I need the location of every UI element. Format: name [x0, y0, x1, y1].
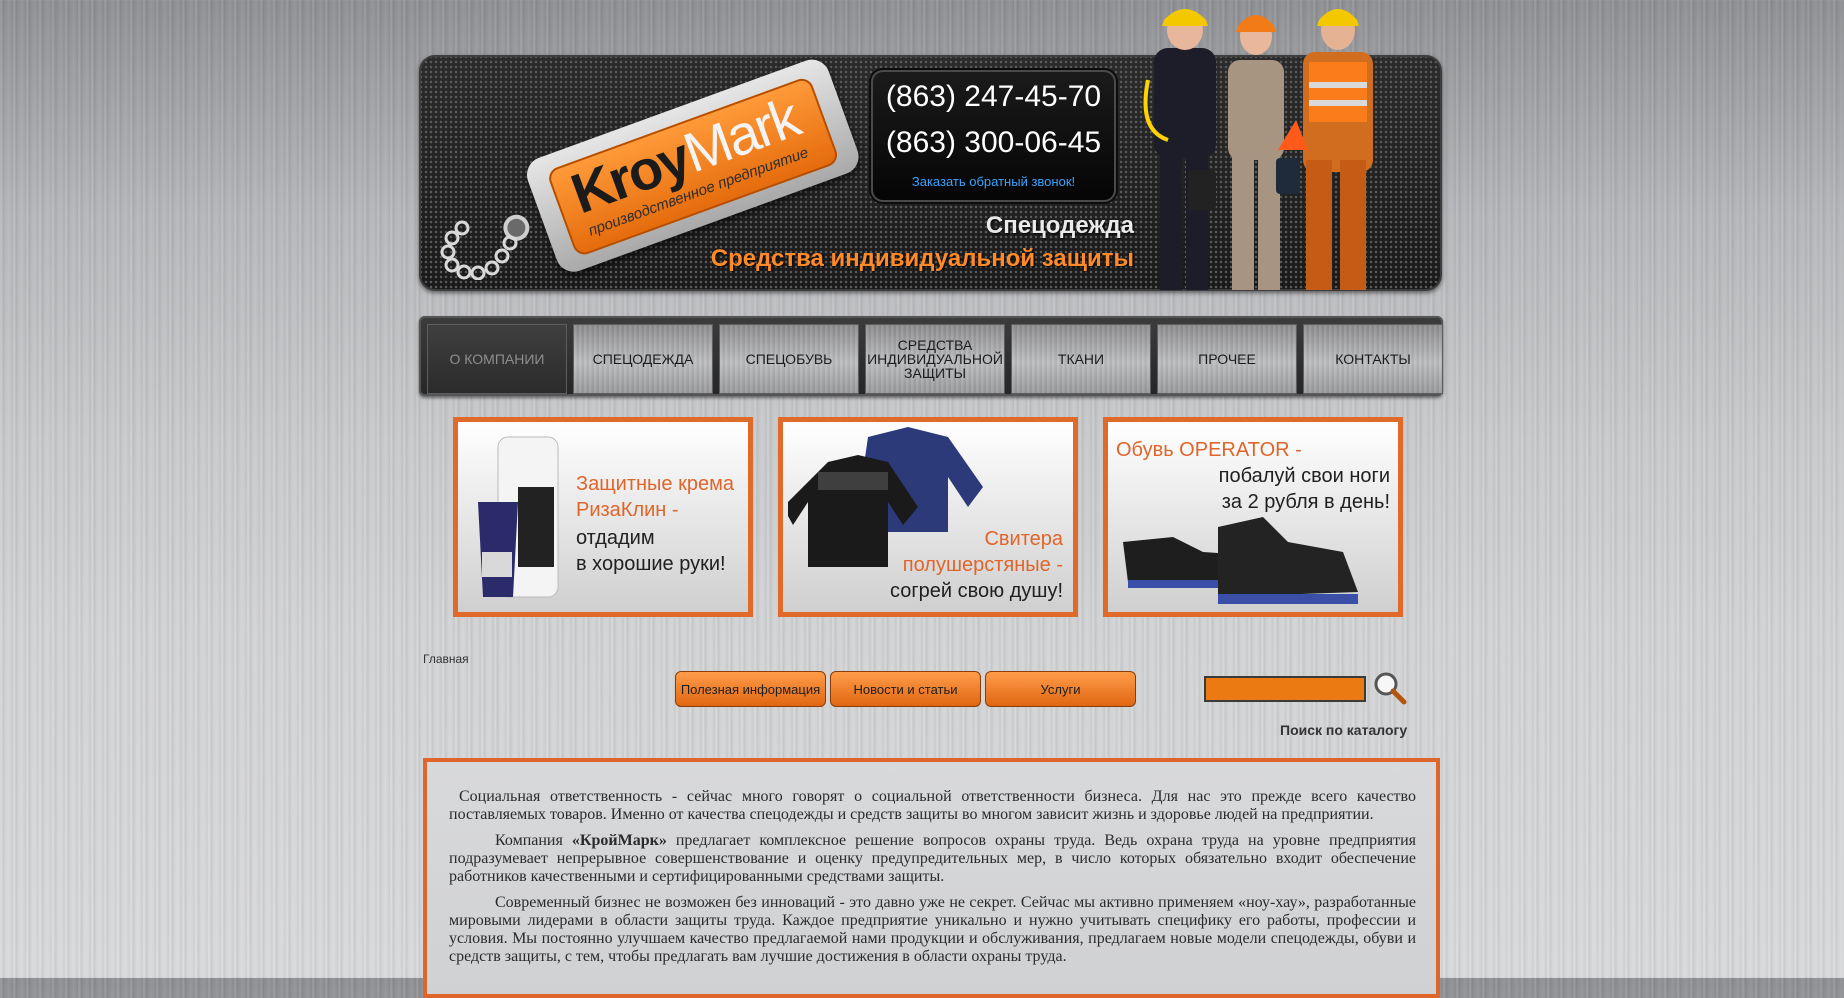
services-button[interactable]: Услуги — [985, 671, 1136, 707]
nav-item-footwear[interactable]: Спецобувь — [719, 324, 859, 394]
search-input[interactable] — [1204, 676, 1366, 702]
nav-item-fabrics[interactable]: Ткани — [1011, 324, 1151, 394]
keychain-icon — [440, 220, 518, 280]
phone-number-1[interactable]: (863) 247-45-70 — [871, 80, 1116, 114]
content-paragraph-3: Современный бизнес не возможен без иннов… — [449, 894, 1416, 965]
boots-icon — [1123, 517, 1358, 604]
banner1-line3: отдадим — [576, 527, 655, 549]
phone-box: (863) 247-45-70 (863) 300-06-45 Заказать… — [871, 70, 1116, 202]
nav-item-ppe[interactable]: Средства индивидуальной защиты — [865, 324, 1005, 394]
workers-illustration — [1143, 9, 1373, 290]
banner3-line1: Обувь OPERATOR - — [1116, 439, 1302, 461]
main-navigation: О компании Спецодежда Спецобувь Средства… — [419, 316, 1443, 396]
tagline-ppe: Средства индивидуальной защиты — [710, 245, 1134, 272]
promo-banner-boots[interactable]: Обувь OPERATOR - побалуй свои ноги за 2 … — [1103, 417, 1403, 617]
phone-number-2[interactable]: (863) 300-06-45 — [871, 126, 1116, 160]
banner1-line2: РизаКлин - — [576, 499, 679, 521]
banner2-line3: согрей свою душу! — [890, 580, 1063, 602]
promo-banner-creams[interactable]: Защитные крема РизаКлин - отдадим в хоро… — [453, 417, 753, 617]
nav-item-contacts[interactable]: Контакты — [1303, 324, 1443, 394]
search-icon[interactable] — [1373, 671, 1407, 705]
nav-item-about[interactable]: О компании — [427, 324, 567, 394]
banner2-line1: Свитера — [984, 528, 1063, 550]
callback-link[interactable]: Заказать обратный звонок! — [871, 174, 1116, 189]
search-caption: Поиск по каталогу — [1280, 722, 1408, 738]
breadcrumb[interactable]: Главная — [423, 652, 469, 666]
p2-prefix: Компания — [495, 832, 572, 849]
main-content: Социальная ответственность - сейчас мног… — [423, 758, 1440, 998]
banner1-line4: в хорошие руки! — [576, 553, 726, 575]
nav-item-workwear[interactable]: Спецодежда — [573, 324, 713, 394]
banner1-line1: Защитные крема — [576, 473, 734, 495]
banner2-line2: полушерстяные - — [902, 554, 1063, 576]
tagline-workwear: Спецодежда — [985, 212, 1134, 239]
cream-tubes-icon — [478, 436, 559, 598]
content-paragraph-1: Социальная ответственность - сейчас мног… — [449, 788, 1416, 823]
promo-banner-sweaters[interactable]: Свитера полушерстяные - согрей свою душу… — [778, 417, 1078, 617]
news-articles-button[interactable]: Новости и статьи — [830, 671, 981, 707]
sweaters-icon — [788, 427, 983, 567]
useful-info-button[interactable]: Полезная информация — [675, 671, 826, 707]
company-name: «КройМарк» — [571, 832, 667, 849]
content-paragraph-2: Компания «КройМарк» предлагает комплексн… — [449, 832, 1416, 886]
nav-item-other[interactable]: Прочее — [1157, 324, 1297, 394]
